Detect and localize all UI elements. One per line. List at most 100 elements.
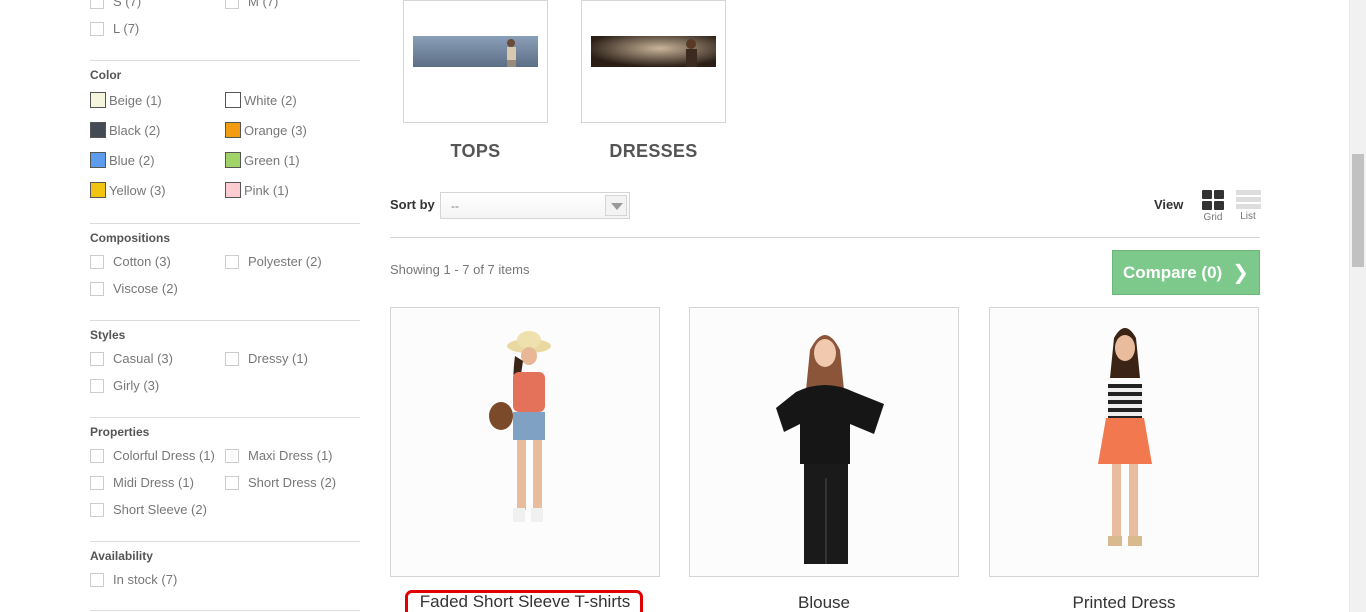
filter-title-color: Color (90, 68, 122, 82)
checkbox[interactable] (225, 254, 239, 269)
subcategory-tops-image[interactable] (403, 0, 548, 123)
product-image-printed-dress[interactable] (989, 307, 1259, 577)
filter-label: Girly (3) (113, 378, 160, 393)
compare-button[interactable]: Compare (0) ❯ (1112, 250, 1260, 295)
product-image-blouse[interactable] (689, 307, 959, 577)
checkbox[interactable] (90, 572, 104, 587)
product-name-link[interactable]: Blouse (689, 593, 959, 612)
filter-label: M (7) (248, 0, 279, 9)
color-swatch[interactable] (225, 122, 241, 138)
filter-color-green[interactable]: Green (1) (225, 152, 300, 168)
sort-select[interactable]: -- (440, 192, 630, 219)
view-list-button[interactable]: List (1233, 190, 1263, 222)
filter-label: Black (2) (109, 122, 161, 138)
filter-label: Short Sleeve (2) (113, 502, 207, 517)
filter-property-midi-dress[interactable]: Midi Dress (1) (90, 475, 194, 490)
color-swatch[interactable] (90, 92, 106, 108)
filter-divider (90, 320, 360, 321)
filter-color-blue[interactable]: Blue (2) (90, 152, 155, 168)
filter-label: Maxi Dress (1) (248, 448, 333, 463)
color-swatch[interactable] (225, 182, 241, 198)
checkbox[interactable] (90, 0, 104, 9)
filter-color-pink[interactable]: Pink (1) (225, 182, 289, 198)
grid-icon (1202, 190, 1224, 210)
checkbox[interactable] (90, 475, 104, 490)
filter-label: Midi Dress (1) (113, 475, 194, 490)
filter-size-l[interactable]: L (7) (90, 21, 139, 36)
filter-size-m[interactable]: M (7) (225, 0, 278, 9)
filter-property-short-dress[interactable]: Short Dress (2) (225, 475, 336, 490)
filter-title-properties: Properties (90, 425, 150, 439)
subcategory-tops-link[interactable]: TOPS (403, 141, 548, 162)
checkbox[interactable] (90, 378, 104, 393)
checkbox[interactable] (90, 448, 104, 463)
scrollbar-thumb[interactable] (1352, 154, 1364, 267)
chevron-right-icon: ❯ (1232, 261, 1249, 284)
color-swatch[interactable] (90, 122, 106, 138)
filter-style-dressy[interactable]: Dressy (1) (225, 351, 308, 366)
product-image-faded-short-sleeve-tshirts[interactable] (390, 307, 660, 577)
product-photo (990, 308, 1258, 576)
filter-label: Colorful Dress (1) (113, 448, 215, 463)
list-icon (1235, 190, 1261, 209)
checkbox[interactable] (90, 21, 104, 36)
color-swatch[interactable] (225, 152, 241, 168)
filter-divider (90, 417, 360, 418)
filter-style-girly[interactable]: Girly (3) (90, 378, 159, 393)
filter-title-compositions: Compositions (90, 231, 170, 245)
color-swatch[interactable] (90, 182, 106, 198)
filter-property-maxi-dress[interactable]: Maxi Dress (1) (225, 448, 333, 463)
filter-composition-polyester[interactable]: Polyester (2) (225, 254, 322, 269)
checkbox[interactable] (225, 448, 239, 463)
filter-divider (90, 541, 360, 542)
filter-divider (90, 223, 360, 224)
filter-availability-in-stock[interactable]: In stock (7) (90, 572, 177, 587)
view-grid-button[interactable]: Grid (1198, 190, 1228, 223)
checkbox[interactable] (90, 351, 104, 366)
color-swatch[interactable] (225, 92, 241, 108)
product-name-link[interactable]: Printed Dress (989, 593, 1259, 612)
filter-label: White (2) (244, 92, 297, 108)
subcategory-dresses-image[interactable] (581, 0, 726, 123)
checkbox[interactable] (90, 502, 104, 517)
filter-label: L (7) (113, 21, 140, 36)
filter-style-casual[interactable]: Casual (3) (90, 351, 173, 366)
filter-divider (90, 610, 360, 611)
filter-color-orange[interactable]: Orange (3) (225, 122, 307, 138)
filter-label: In stock (7) (113, 572, 178, 587)
filter-label: S (7) (113, 0, 142, 9)
checkbox[interactable] (225, 0, 239, 9)
filter-color-yellow[interactable]: Yellow (3) (90, 182, 166, 198)
color-swatch[interactable] (90, 152, 106, 168)
checkbox[interactable] (225, 475, 239, 490)
sort-label: Sort by (390, 197, 435, 212)
page-scrollbar[interactable] (1349, 0, 1366, 612)
view-list-label: List (1240, 211, 1256, 222)
filter-color-black[interactable]: Black (2) (90, 122, 160, 138)
product-photo (690, 308, 958, 576)
filter-label: Cotton (3) (113, 254, 171, 269)
filter-label: Short Dress (2) (248, 475, 337, 490)
checkbox[interactable] (90, 281, 104, 296)
filter-composition-viscose[interactable]: Viscose (2) (90, 281, 178, 296)
filter-color-beige[interactable]: Beige (1) (90, 92, 162, 108)
checkbox[interactable] (90, 254, 104, 269)
filter-divider (90, 60, 360, 61)
compare-label: Compare (0) (1123, 262, 1223, 282)
view-label: View (1154, 197, 1184, 212)
filter-size-s[interactable]: S (7) (90, 0, 141, 9)
filter-color-white[interactable]: White (2) (225, 92, 297, 108)
tops-banner-image (413, 36, 538, 67)
checkbox[interactable] (225, 351, 239, 366)
filter-label: Dressy (1) (248, 351, 308, 366)
filter-property-short-sleeve[interactable]: Short Sleeve (2) (90, 502, 207, 517)
chevron-down-icon[interactable] (605, 195, 627, 216)
filter-title-availability: Availability (90, 549, 153, 563)
subcategory-dresses-link[interactable]: DRESSES (581, 141, 726, 162)
filter-property-colorful-dress[interactable]: Colorful Dress (1) (90, 448, 215, 463)
filter-label: Beige (1) (109, 92, 162, 108)
filter-label: Casual (3) (113, 351, 173, 366)
filter-title-styles: Styles (90, 328, 126, 342)
filter-composition-cotton[interactable]: Cotton (3) (90, 254, 171, 269)
filter-label: Pink (1) (244, 182, 289, 198)
